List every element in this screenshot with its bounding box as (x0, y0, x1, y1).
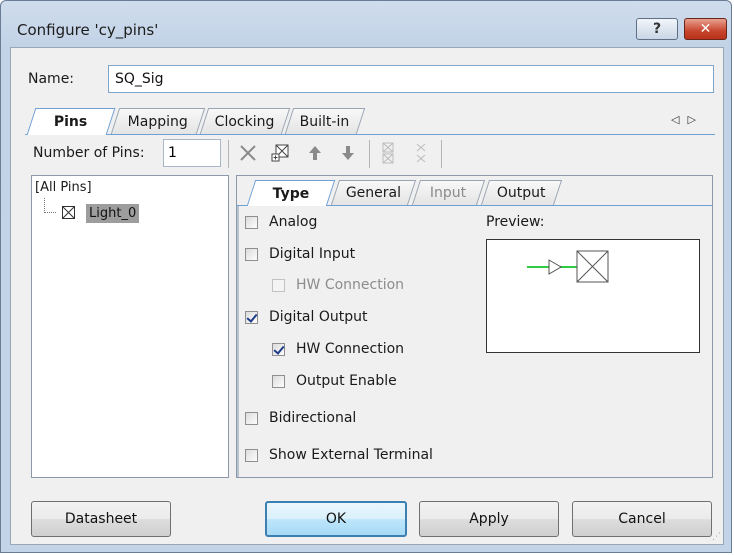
digital-output-checkbox[interactable] (245, 310, 258, 324)
resize-grip-icon[interactable]: ⋰ (712, 532, 721, 542)
inner-panel-edge (237, 206, 239, 477)
pin-config-panel: Type General Input Output Analog Digital… (236, 175, 713, 478)
analog-label: Analog (269, 214, 318, 230)
ok-button[interactable]: OK (265, 501, 407, 537)
digital-output-hw-connection-label: HW Connection (296, 341, 405, 357)
tab-input[interactable]: Input (411, 180, 486, 205)
toolbar-separator (441, 140, 442, 168)
bidirectional-option[interactable]: Bidirectional (245, 410, 356, 426)
tab-type[interactable]: Type (246, 180, 336, 206)
name-label: Name: (28, 71, 75, 87)
tree-item-light-0[interactable]: Light_0 (86, 204, 140, 223)
analog-checkbox[interactable] (245, 215, 258, 229)
analog-option[interactable]: Analog (245, 214, 317, 230)
digital-output-hw-connection-checkbox[interactable] (272, 342, 285, 356)
tab-clocking[interactable]: Clocking (199, 108, 291, 134)
preview-box (486, 239, 700, 353)
pin-tree[interactable]: [All Pins] Light_0 (31, 175, 229, 478)
show-external-terminal-checkbox[interactable] (245, 448, 258, 462)
datasheet-button[interactable]: Datasheet (31, 501, 171, 537)
title-bar[interactable]: Configure 'cy_pins' ? ✕ (1, 1, 733, 47)
split-pins-icon[interactable] (375, 140, 401, 166)
digital-input-option[interactable]: Digital Input (245, 246, 355, 262)
window-title: Configure 'cy_pins' (17, 21, 159, 39)
digital-input-hw-connection-checkbox[interactable] (272, 278, 285, 292)
show-external-terminal-label: Show External Terminal (269, 447, 433, 463)
digital-output-option[interactable]: Digital Output (245, 309, 368, 325)
output-enable-checkbox[interactable] (272, 374, 285, 388)
tab-scroll-arrows[interactable]: ◁▷ (671, 113, 704, 126)
pin-preview-icon (527, 250, 609, 283)
show-external-terminal-option[interactable]: Show External Terminal (245, 447, 433, 463)
cancel-button[interactable]: Cancel (572, 501, 712, 537)
digital-output-label: Digital Output (269, 309, 368, 325)
tab-scroll-left-icon[interactable]: ◁ (671, 113, 687, 126)
add-pin-icon[interactable] (267, 140, 293, 166)
move-up-icon[interactable] (302, 140, 328, 166)
tab-built-in[interactable]: Built-in (284, 108, 366, 134)
tab-pins[interactable]: Pins (26, 108, 116, 135)
digital-input-hw-connection-option[interactable]: HW Connection (272, 277, 404, 293)
output-enable-label: Output Enable (296, 373, 397, 389)
number-of-pins-input[interactable] (163, 139, 221, 167)
tab-underline (25, 134, 715, 135)
dialog-window: Configure 'cy_pins' ? ✕ Name: Pins Mappi… (0, 0, 732, 553)
name-input[interactable] (108, 65, 714, 93)
digital-input-label: Digital Input (269, 246, 356, 262)
tab-mapping[interactable]: Mapping (110, 108, 206, 134)
digital-input-hw-connection-label: HW Connection (296, 277, 405, 293)
tab-general[interactable]: General (330, 180, 417, 205)
tab-output[interactable]: Output (480, 180, 563, 205)
digital-input-checkbox[interactable] (245, 247, 258, 261)
pin-icon (62, 206, 75, 219)
apply-button[interactable]: Apply (419, 501, 559, 537)
bidirectional-checkbox[interactable] (245, 411, 258, 425)
tab-scroll-right-icon[interactable]: ▷ (687, 113, 703, 126)
tree-connector (44, 198, 56, 213)
merge-pins-icon[interactable] (408, 140, 434, 166)
toolbar-separator (369, 140, 370, 168)
move-down-icon[interactable] (335, 140, 361, 166)
close-button[interactable]: ✕ (684, 18, 727, 40)
tree-root[interactable]: [All Pins] (35, 180, 92, 195)
number-of-pins-label: Number of Pins: (33, 145, 145, 161)
help-button[interactable]: ? (636, 18, 678, 40)
toolbar-separator (228, 140, 229, 168)
preview-label: Preview: (486, 214, 545, 230)
digital-output-hw-connection-option[interactable]: HW Connection (272, 341, 404, 357)
delete-pin-icon[interactable] (235, 140, 261, 166)
bidirectional-label: Bidirectional (269, 410, 357, 426)
dialog-client: Name: Pins Mapping Clocking Built-in ◁▷ … (10, 47, 724, 545)
output-enable-option[interactable]: Output Enable (272, 373, 397, 389)
